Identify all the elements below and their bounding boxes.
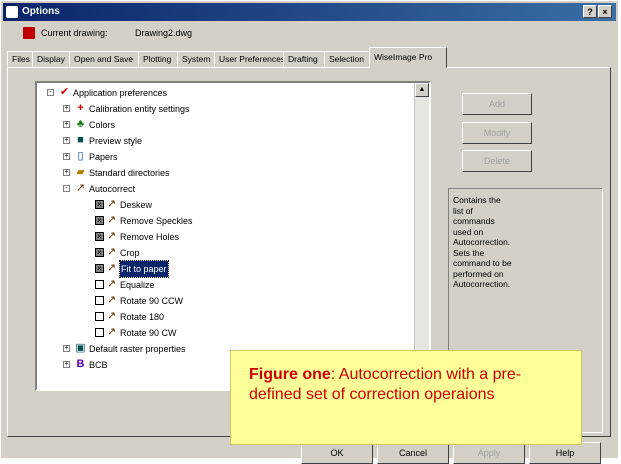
tab-plotting[interactable]: Plotting xyxy=(138,51,178,67)
tab-drafting[interactable]: Drafting xyxy=(283,51,325,67)
tree-item-label: Crop xyxy=(120,248,140,258)
wand-icon: ↗ xyxy=(106,278,117,290)
expand-icon[interactable]: + xyxy=(63,361,70,368)
checkbox-unchecked[interactable] xyxy=(95,280,104,289)
figure-callout: Figure one: Autocorrection with a pre-de… xyxy=(230,350,582,445)
checkbox-checked[interactable]: × xyxy=(95,232,104,241)
tree-item-label: Colors xyxy=(89,120,116,130)
checkbox-checked[interactable]: × xyxy=(95,248,104,257)
checkbox-unchecked[interactable] xyxy=(95,328,104,337)
checkbox-checked[interactable]: × xyxy=(95,200,104,209)
checkbox-checked[interactable]: × xyxy=(95,216,104,225)
tab-user-preferences[interactable]: User Preferences xyxy=(214,51,285,67)
delete-button[interactable]: Delete xyxy=(462,150,532,172)
wand-icon: ↗ xyxy=(106,310,117,322)
wand-icon: ↗ xyxy=(106,198,117,210)
tree-item-label: Autocorrect xyxy=(89,184,136,194)
expand-icon[interactable]: + xyxy=(63,137,70,144)
title-bar[interactable]: Options ? × xyxy=(3,3,616,21)
tree-item-label: Remove Holes xyxy=(120,232,180,242)
expand-icon[interactable]: + xyxy=(63,153,70,160)
tab-display[interactable]: Display xyxy=(32,51,70,67)
add-button[interactable]: Add xyxy=(462,93,532,115)
close-button[interactable]: × xyxy=(598,5,612,18)
tree-item-label: Preview style xyxy=(89,136,143,146)
tab-wiseimage-pro[interactable]: WiseImage Pro xyxy=(369,47,447,68)
wand-icon: ↗ xyxy=(106,246,117,258)
tree-item-label: Rotate 90 CW xyxy=(120,328,177,338)
raster-icon: ▣ xyxy=(75,342,86,354)
wand-icon: ↗ xyxy=(106,294,117,306)
tree-item-label: Rotate 90 CCW xyxy=(120,296,184,306)
tree-item-label-selected[interactable]: Fit to paper xyxy=(119,260,169,278)
preview-icon: ■ xyxy=(77,134,84,146)
options-dialog: Options ? × Current drawing: Drawing2.dw… xyxy=(0,0,619,464)
tree-scrollbar[interactable]: ▲ xyxy=(414,83,429,389)
preferences-tree[interactable]: - ✔ Application preferences + + Calibrat… xyxy=(35,81,431,391)
expand-icon[interactable]: + xyxy=(63,169,70,176)
app-icon xyxy=(6,6,18,18)
wand-icon: ↗ xyxy=(106,326,117,338)
tree-item-label: Default raster properties xyxy=(89,344,186,354)
callout-title: Figure one xyxy=(249,366,331,383)
crosshair-icon: + xyxy=(77,102,84,114)
collapse-icon[interactable]: - xyxy=(47,89,54,96)
tree-item-label: Papers xyxy=(89,152,118,162)
checkbox-checked[interactable]: × xyxy=(95,264,104,273)
collapse-icon[interactable]: - xyxy=(63,185,70,192)
tab-selection[interactable]: Selection xyxy=(324,51,370,67)
expand-icon[interactable]: + xyxy=(63,121,70,128)
color-palette-icon: ♣ xyxy=(76,118,85,130)
window-title: Options xyxy=(22,6,60,17)
expand-icon[interactable]: + xyxy=(63,345,70,352)
checkbox-unchecked[interactable] xyxy=(95,296,104,305)
tree-item-label: BCB xyxy=(89,360,108,370)
tab-system[interactable]: System xyxy=(177,51,215,67)
help-title-button[interactable]: ? xyxy=(583,5,597,18)
folder-icon: ▰ xyxy=(76,166,85,178)
tree-item-label: Deskew xyxy=(120,200,153,210)
tab-open-and-save[interactable]: Open and Save xyxy=(69,51,139,67)
tree-item-label: Standard directories xyxy=(89,168,170,178)
expand-icon[interactable]: + xyxy=(63,105,70,112)
wand-icon: ↗ xyxy=(106,214,117,226)
tree-item-label: Application preferences xyxy=(73,88,168,98)
modify-button[interactable]: Modify xyxy=(462,122,532,144)
tree-item-label: Calibration entity settings xyxy=(89,104,190,114)
bcb-icon: B xyxy=(76,358,85,370)
wand-icon: ↗ xyxy=(106,262,117,274)
current-drawing-label: Current drawing: xyxy=(41,28,108,38)
description-text: Contains the list of commands used on Au… xyxy=(453,195,512,289)
tree-item-label: Rotate 180 xyxy=(120,312,165,322)
checkbox-unchecked[interactable] xyxy=(95,312,104,321)
wand-icon: ↗ xyxy=(75,182,86,194)
tab-files[interactable]: Files xyxy=(7,51,33,67)
tree-item-label: Equalize xyxy=(120,280,155,290)
wand-icon: ↗ xyxy=(106,230,117,242)
tree-item-label: Remove Speckles xyxy=(120,216,193,226)
checkmark-icon: ✔ xyxy=(59,86,70,98)
paper-icon: ▯ xyxy=(77,150,84,162)
drawing-icon xyxy=(23,27,35,39)
scroll-up-icon[interactable]: ▲ xyxy=(415,83,429,97)
current-drawing-value: Drawing2.dwg xyxy=(135,28,193,38)
